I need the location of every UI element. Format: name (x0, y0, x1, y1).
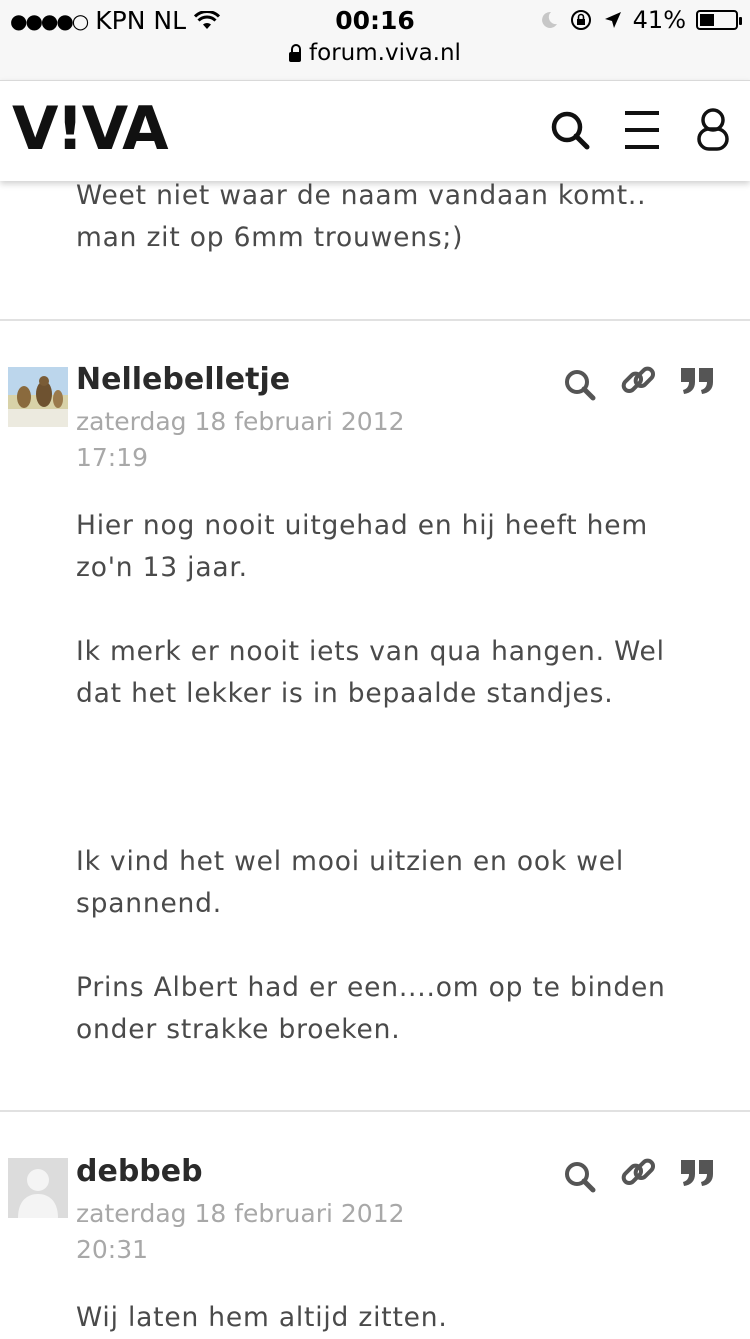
post-time: 20:31 (76, 1235, 149, 1264)
site-header: V!VA (0, 80, 750, 181)
url-text: forum.viva.nl (309, 40, 461, 66)
battery-percent: 41% (632, 6, 686, 34)
quote-icon[interactable] (678, 1152, 718, 1192)
link-icon[interactable] (618, 360, 658, 400)
link-icon[interactable] (618, 1152, 658, 1192)
post-divider (0, 319, 750, 321)
address-bar[interactable]: forum.viva.nl (0, 40, 750, 66)
search-post-icon[interactable] (560, 365, 600, 405)
user-icon[interactable] (688, 105, 738, 155)
post-paragraph: Ik merk er nooit iets van qua hangen. We… (76, 636, 665, 709)
quote-icon[interactable] (678, 360, 718, 400)
post-date: zaterdag 18 februari 2012 (76, 407, 405, 436)
post-paragraph: Wij laten hem altijd zitten. (76, 1302, 448, 1333)
avatar[interactable] (8, 367, 68, 427)
viva-logo[interactable]: V!VA (12, 99, 169, 159)
post-paragraph: Hier nog nooit uitgehad en hij heeft hem… (76, 510, 648, 583)
post-paragraph: Prins Albert had er een....om op te bind… (76, 972, 666, 1045)
location-arrow-icon (604, 12, 621, 28)
post-time: 17:19 (76, 443, 149, 472)
status-indicators: 41% (539, 6, 742, 34)
status-bar: ●●●●○ KPN NL 00:16 41% forum.viva.nl (0, 0, 750, 80)
search-icon[interactable] (545, 105, 595, 155)
lock-icon (289, 44, 302, 62)
post-date: zaterdag 18 februari 2012 (76, 1199, 405, 1228)
battery-fill (700, 14, 714, 26)
rotation-lock-icon (570, 10, 591, 30)
post-text: Weet niet waar de naam vandaan komt.. ma… (76, 180, 647, 253)
search-post-icon[interactable] (560, 1157, 600, 1197)
username[interactable]: Nellebelletje (76, 362, 290, 397)
avatar[interactable] (8, 1158, 68, 1218)
battery-icon (696, 10, 742, 30)
moon-icon (541, 11, 557, 28)
post-paragraph: Ik vind het wel mooi uitzien en ook wel … (76, 846, 624, 919)
username[interactable]: debbeb (76, 1154, 203, 1189)
post-divider (0, 1110, 750, 1112)
menu-icon[interactable] (617, 105, 667, 155)
